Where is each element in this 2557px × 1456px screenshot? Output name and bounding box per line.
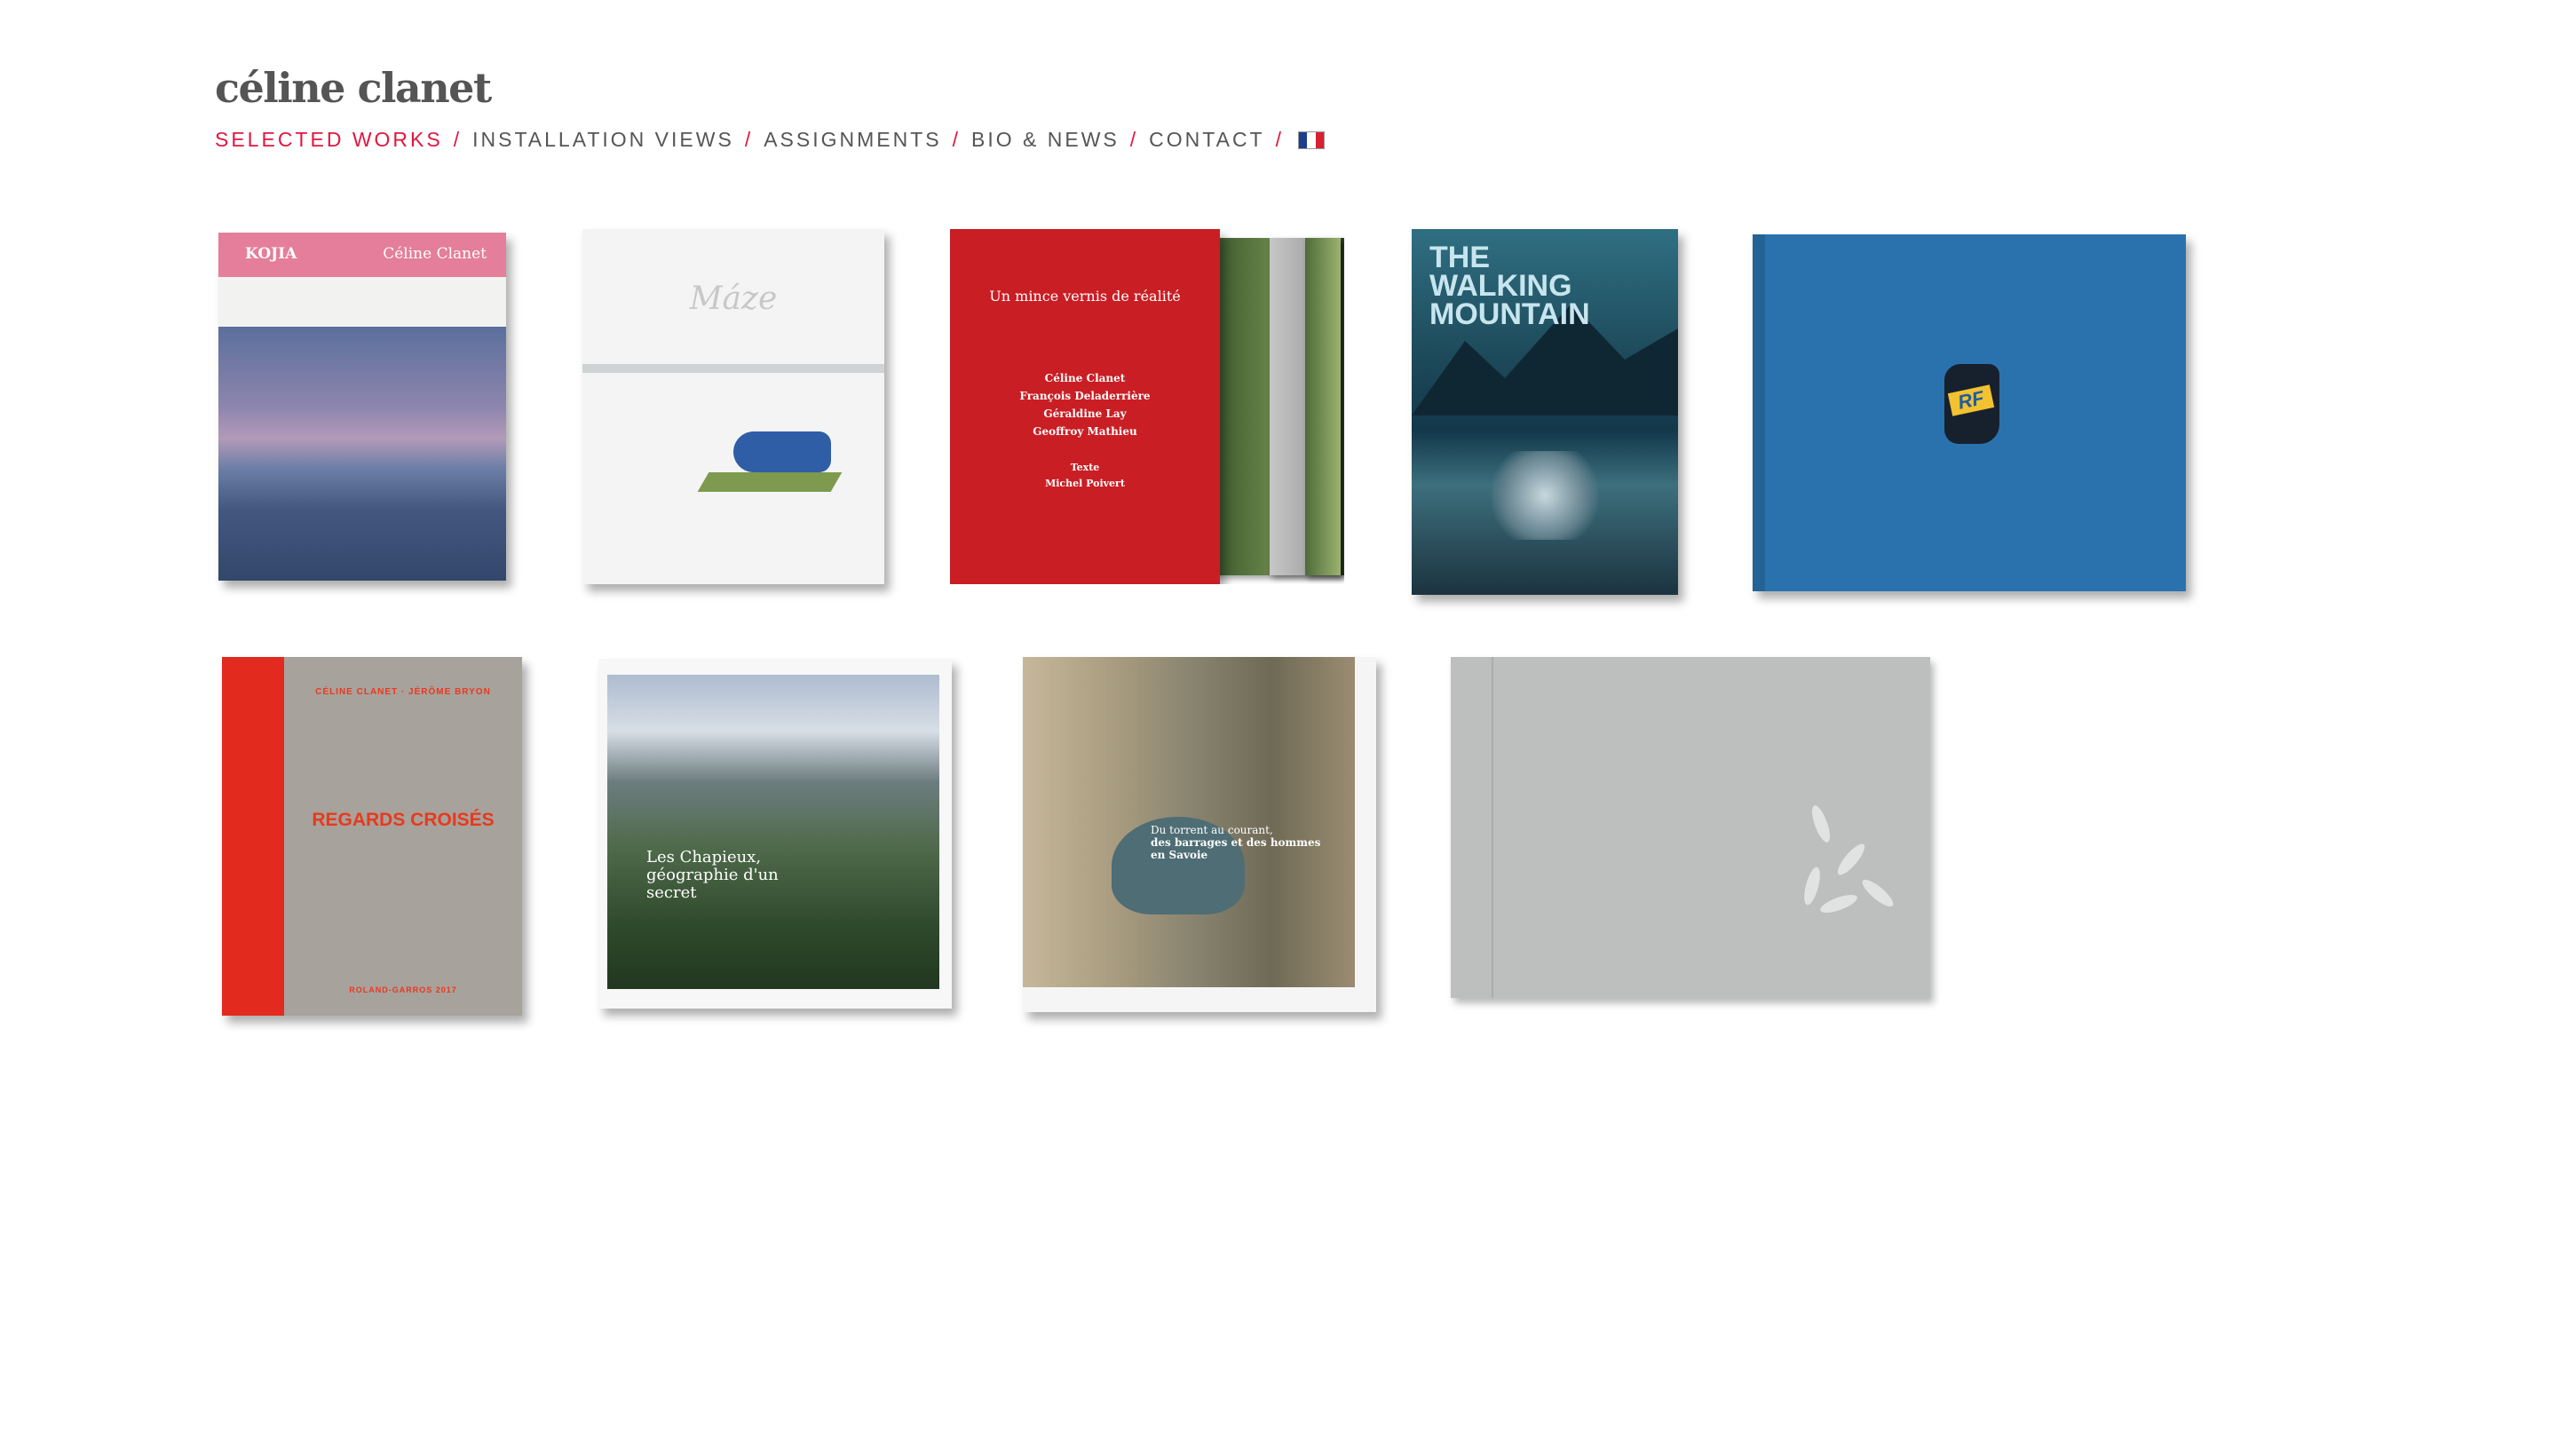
book-author: Céline Clanet — [383, 245, 487, 263]
nav-bio-news[interactable]: BIO & NEWS — [971, 128, 1120, 152]
nav-separator: / — [744, 128, 754, 151]
book-maze[interactable]: Máze — [582, 229, 884, 584]
book-authors: Céline Clanet François Deladerrière Géra… — [950, 369, 1220, 440]
nav-separator: / — [1129, 128, 1139, 151]
book-walking-mountain[interactable]: THE WALKING MOUNTAIN — [1412, 229, 1678, 595]
book-linen[interactable] — [1451, 657, 1930, 998]
nav-assignments[interactable]: ASSIGNMENTS — [764, 128, 941, 152]
french-flag-icon[interactable] — [1298, 131, 1325, 149]
book-du-torrent[interactable]: Du torrent au courant, des barrages et d… — [1023, 657, 1376, 1012]
book-title: THE WALKING MOUNTAIN — [1429, 241, 1590, 331]
cover-horizon — [582, 364, 884, 373]
leaf-icon — [1858, 875, 1897, 911]
nav-separator: / — [453, 128, 463, 151]
book-rf[interactable]: RF — [1753, 234, 2186, 591]
author: Céline Clanet — [1044, 372, 1126, 384]
intro-author: Michel Poivert — [1045, 478, 1125, 489]
author: Géraldine Lay — [1043, 408, 1127, 420]
leaf-icon — [1808, 803, 1834, 845]
leaf-icon — [1833, 840, 1869, 879]
book-spine — [222, 657, 284, 1016]
book-title: Máze — [689, 281, 778, 317]
nav-installation-views[interactable]: INSTALLATION VIEWS — [472, 128, 734, 152]
book-intro: Texte Michel Poivert — [950, 460, 1220, 492]
inner-book-photo — [1305, 238, 1341, 575]
title-line: Du torrent au courant, — [1151, 824, 1273, 836]
book-spine — [1492, 657, 1493, 998]
site-logo[interactable]: céline clanet — [215, 67, 492, 108]
book-authors: CÉLINE CLANET · JÉRÔME BRYON — [315, 687, 491, 697]
book-title: Un mince vernis de réalité — [989, 288, 1181, 305]
book-title: Les Chapieux, géographie d'un secret — [646, 848, 779, 902]
cover-mat — [697, 472, 843, 492]
author: François Deladerrière — [1019, 390, 1151, 402]
book-title: Du torrent au courant, des barrages et d… — [1151, 824, 1328, 861]
leaf-icon — [1817, 890, 1860, 917]
nav-selected-works[interactable]: SELECTED WORKS — [215, 128, 443, 152]
cover-figure — [733, 431, 831, 472]
title-line: des barrages et des hommes en Savoie — [1151, 836, 1321, 861]
main-nav: SELECTED WORKS / INSTALLATION VIEWS / AS… — [215, 128, 1325, 152]
book-regards-croises[interactable]: CÉLINE CLANET · JÉRÔME BRYON REGARDS CRO… — [222, 657, 522, 1016]
intro-label: Texte — [1070, 462, 1100, 473]
book-les-chapieux[interactable]: Les Chapieux, géographie d'un secret — [598, 659, 952, 1009]
red-slipcase: Un mince vernis de réalité Céline Clanet… — [950, 229, 1220, 584]
badge-label: RF — [1947, 384, 1995, 416]
author: Geoffroy Mathieu — [1033, 425, 1137, 438]
nav-contact[interactable]: CONTACT — [1149, 128, 1264, 152]
nav-separator: / — [952, 128, 962, 151]
book-footer: ROLAND-GARROS 2017 — [349, 985, 457, 994]
book-kojia[interactable]: KOJIA Céline Clanet — [218, 233, 506, 581]
cover-photo — [607, 675, 939, 989]
book-title: KOJIA — [245, 245, 297, 263]
book-spine — [1753, 234, 1765, 591]
leaf-icon — [1801, 865, 1824, 907]
cover-lake — [1492, 451, 1598, 540]
cover-photo — [218, 327, 506, 581]
book-un-mince-vernis[interactable]: Un mince vernis de réalité Céline Clanet… — [950, 229, 1344, 584]
nav-separator: / — [1275, 128, 1284, 151]
book-title: REGARDS CROISÉS — [312, 810, 495, 830]
rf-badge: RF — [1944, 364, 1999, 444]
